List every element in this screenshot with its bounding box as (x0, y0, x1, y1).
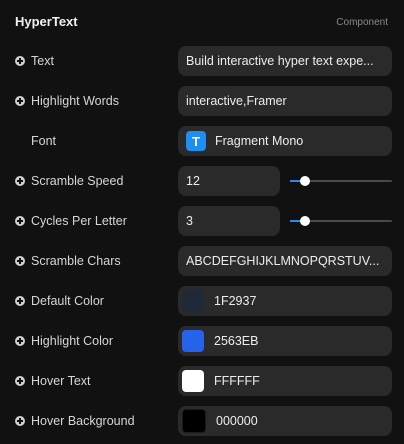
scramble-speed-label: Scramble Speed (15, 166, 123, 196)
plus-icon[interactable] (15, 216, 25, 226)
default-color-label: Default Color (15, 286, 104, 316)
plus-icon[interactable] (15, 96, 25, 106)
hover-background-label: Hover Background (15, 406, 135, 436)
scramble-chars-label: Scramble Chars (15, 246, 121, 276)
font-row: Font T Fragment Mono (0, 126, 404, 156)
font-picker[interactable]: T Fragment Mono (178, 126, 392, 156)
plus-icon[interactable] (15, 256, 25, 266)
hover-text-label: Hover Text (15, 366, 91, 396)
color-swatch[interactable] (182, 370, 204, 392)
highlight-color-row: Highlight Color 2563EB (0, 326, 404, 356)
text-row: Text Build interactive hyper text expe..… (0, 46, 404, 76)
plus-icon[interactable] (15, 296, 25, 306)
scramble-speed-input[interactable]: 12 (178, 166, 280, 196)
plus-icon[interactable] (15, 336, 25, 346)
hover-text-row: Hover Text FFFFFF (0, 366, 404, 396)
scramble-speed-slider[interactable] (290, 166, 392, 196)
slider-handle[interactable] (300, 216, 311, 226)
highlight-color-input[interactable]: 2563EB (178, 326, 392, 356)
cycles-per-letter-row: Cycles Per Letter 3 (0, 206, 404, 236)
cycles-per-letter-input[interactable]: 3 (178, 206, 280, 236)
font-label: Font (31, 134, 57, 148)
scramble-speed-row: Scramble Speed 12 (0, 166, 404, 196)
highlight-words-row: Highlight Words interactive,Framer (0, 86, 404, 116)
plus-icon[interactable] (15, 56, 25, 66)
highlight-words-label: Highlight Words (15, 86, 119, 116)
scramble-chars-input[interactable]: ABCDEFGHIJKLMNOPQRSTUV... (178, 246, 392, 276)
plus-icon[interactable] (15, 416, 25, 426)
plus-icon[interactable] (15, 376, 25, 386)
slider-handle[interactable] (300, 176, 311, 186)
color-swatch[interactable] (182, 409, 206, 433)
hover-background-color-input[interactable]: 000000 (178, 406, 392, 436)
panel-subtitle: Component (336, 17, 388, 28)
hover-background-row: Hover Background 000000 (0, 406, 404, 436)
default-color-input[interactable]: 1F2937 (178, 286, 392, 316)
text-input[interactable]: Build interactive hyper text expe... (178, 46, 392, 76)
panel-header: HyperText Component (0, 0, 404, 44)
color-swatch[interactable] (182, 290, 204, 312)
hover-text-color-input[interactable]: FFFFFF (178, 366, 392, 396)
cycles-per-letter-slider[interactable] (290, 206, 392, 236)
panel-title: HyperText (15, 14, 78, 29)
text-label: Text (15, 46, 54, 76)
properties-panel: HyperText Component Text Build interacti… (0, 0, 404, 444)
font-type-icon: T (186, 131, 206, 151)
highlight-words-input[interactable]: interactive,Framer (178, 86, 392, 116)
default-color-row: Default Color 1F2937 (0, 286, 404, 316)
highlight-color-label: Highlight Color (15, 326, 113, 356)
scramble-chars-row: Scramble Chars ABCDEFGHIJKLMNOPQRSTUV... (0, 246, 404, 276)
plus-icon[interactable] (15, 176, 25, 186)
cycles-per-letter-label: Cycles Per Letter (15, 206, 127, 236)
color-swatch[interactable] (182, 330, 204, 352)
